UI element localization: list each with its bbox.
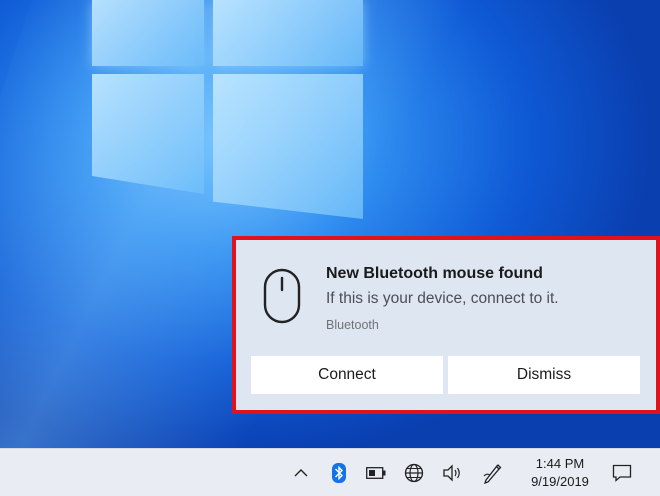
notification-title: New Bluetooth mouse found	[326, 265, 543, 282]
notification-message: If this is your device, connect to it.	[326, 290, 559, 307]
pen-icon[interactable]	[480, 449, 504, 496]
windows-logo-pane-top-left	[92, 0, 204, 66]
connect-button[interactable]: Connect	[251, 356, 443, 394]
taskbar-clock[interactable]: 1:44 PM 9/19/2019	[520, 455, 600, 491]
windows-logo-pane-bottom-left	[92, 74, 204, 194]
taskbar: 1:44 PM 9/19/2019	[0, 448, 660, 496]
notification-highlight-frame: New Bluetooth mouse found If this is you…	[232, 236, 660, 414]
clock-time: 1:44 PM	[535, 456, 585, 471]
mouse-icon	[263, 268, 301, 324]
volume-icon[interactable]	[440, 449, 464, 496]
dismiss-button[interactable]: Dismiss	[448, 356, 640, 394]
network-icon[interactable]	[402, 449, 426, 496]
action-center-icon[interactable]	[608, 449, 636, 496]
notification-source: Bluetooth	[326, 318, 379, 332]
chevron-up-icon[interactable]	[290, 449, 312, 496]
bluetooth-icon[interactable]	[328, 449, 350, 496]
windows-logo-pane-top-right	[213, 0, 363, 66]
clock-date: 9/19/2019	[531, 474, 589, 489]
windows-logo-pane-bottom-right	[213, 74, 363, 219]
battery-icon[interactable]	[364, 449, 388, 496]
bluetooth-notification-toast[interactable]: New Bluetooth mouse found If this is you…	[236, 240, 656, 410]
